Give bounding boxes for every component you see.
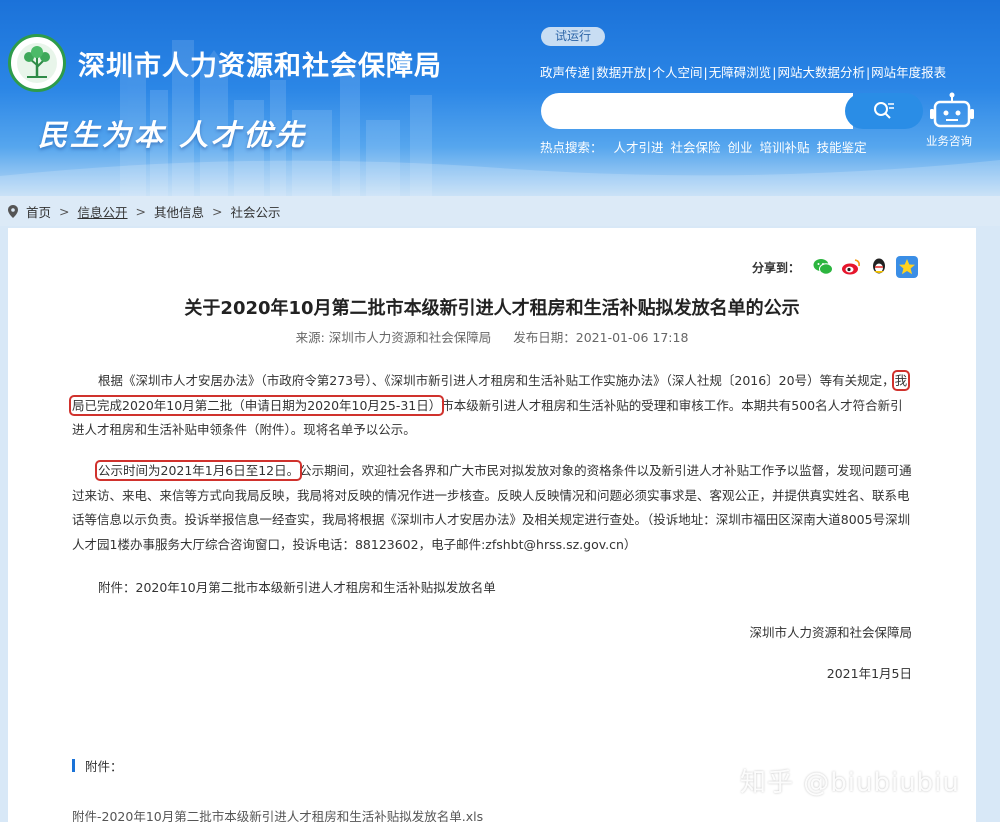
weibo-share-icon[interactable] — [840, 256, 862, 278]
breadcrumb-info-public[interactable]: 信息公开 — [78, 202, 128, 221]
topnav-link[interactable]: 数据开放 — [596, 65, 646, 80]
paragraph-text: 根据《深圳市人才安居办法》（市政府令第273号）、《深圳市新引进人才租房和生活补… — [98, 373, 895, 388]
article-card: 分享到： 关于2020年10月第二批市本级新引进人才租房和生活补贴拟发放名单的公… — [8, 228, 976, 822]
hot-search-label: 热点搜索： — [540, 140, 603, 155]
search-input[interactable] — [541, 93, 853, 129]
topnav-link[interactable]: 无障碍浏览 — [709, 65, 772, 80]
slogan: 民生为本 人才优先 — [38, 118, 308, 152]
breadcrumb-separator: > — [59, 203, 70, 219]
topnav-link[interactable]: 网站年度报表 — [871, 65, 946, 80]
watermark: 知乎 @biubiubiu — [740, 768, 960, 798]
share-bar: 分享到： — [752, 256, 918, 278]
share-label: 分享到： — [751, 260, 800, 275]
topnav-link[interactable]: 政声传递 — [540, 65, 590, 80]
location-pin-icon — [8, 204, 18, 218]
qzone-share-icon[interactable] — [896, 256, 918, 278]
wechat-share-icon[interactable] — [812, 256, 834, 278]
search-button[interactable] — [845, 93, 923, 129]
attachment-header: 附件： — [72, 756, 123, 775]
bureau-logo[interactable] — [8, 34, 66, 92]
breadcrumb-separator: > — [212, 203, 223, 219]
accent-bar — [72, 759, 75, 772]
article-source: 来源: 深圳市人力资源和社会保障局 — [295, 330, 492, 345]
article-title: 关于2020年10月第二批市本级新引进人才租房和生活补贴拟发放名单的公示 — [184, 298, 800, 319]
breadcrumb-separator: > — [135, 203, 146, 219]
paragraph-2: 公示时间为2021年1月6日至12日。公示期间，欢迎社会各界和广大市民对拟发放对… — [72, 459, 912, 557]
breadcrumb-social-notice[interactable]: 社会公示 — [231, 202, 281, 221]
signature: 深圳市人力资源和社会保障局 — [749, 625, 912, 640]
hot-search-word[interactable]: 创业 — [728, 140, 753, 155]
paragraph-1: 根据《深圳市人才安居办法》（市政府令第273号）、《深圳市新引进人才租房和生活补… — [68, 369, 912, 443]
hot-search-word[interactable]: 社会保险 — [671, 140, 721, 155]
hot-search-word[interactable]: 培训补贴 — [760, 140, 810, 155]
robot-icon[interactable] — [929, 92, 975, 130]
breadcrumb: 首页 > 信息公开 > 其他信息 > 社会公示 — [0, 196, 1000, 226]
breadcrumb-home[interactable]: 首页 — [26, 202, 51, 221]
trial-badge: 试运行 — [541, 27, 605, 46]
search-icon — [874, 102, 894, 119]
attachment-note: 附件：2020年10月第二批市本级新引进人才租房和生活补贴拟发放名单 — [98, 580, 496, 595]
attachment-file-link[interactable]: 附件-2020年10月第二批市本级新引进人才租房和生活补贴拟发放名单.xls — [72, 806, 483, 822]
qq-share-icon[interactable] — [868, 256, 890, 278]
article-publish-date: 发布日期：2021-01-06 17:18 — [513, 330, 689, 345]
tree-icon — [17, 43, 57, 83]
org-title: 深圳市人力资源和社会保障局 — [78, 51, 442, 82]
hot-search-word[interactable]: 技能鉴定 — [817, 140, 867, 155]
highlighted-text: 公示时间为2021年1月6日至12日。 — [94, 460, 303, 481]
signature-date: 2021年1月5日 — [826, 666, 912, 681]
topnav-link[interactable]: 个人空间 — [652, 65, 702, 80]
top-nav: 政声传递|数据开放|个人空间|无障碍浏览|网站大数据分析|网站年度报表 — [540, 65, 947, 80]
hot-search-word[interactable]: 人才引进 — [614, 140, 664, 155]
breadcrumb-other-info[interactable]: 其他信息 — [154, 202, 204, 221]
service-label[interactable]: 业务咨询 — [926, 133, 972, 149]
topnav-link[interactable]: 网站大数据分析 — [777, 65, 865, 80]
attachment-header-label: 附件： — [85, 759, 123, 774]
hot-search: 热点搜索： 人才引进 社会保险 创业 培训补贴 技能鉴定 — [540, 137, 874, 156]
article-meta: 来源: 深圳市人力资源和社会保障局 发布日期：2021-01-06 17:18 — [8, 327, 976, 346]
site-header: 深圳市人力资源和社会保障局 民生为本 人才优先 试运行 政声传递|数据开放|个人… — [0, 0, 1000, 196]
